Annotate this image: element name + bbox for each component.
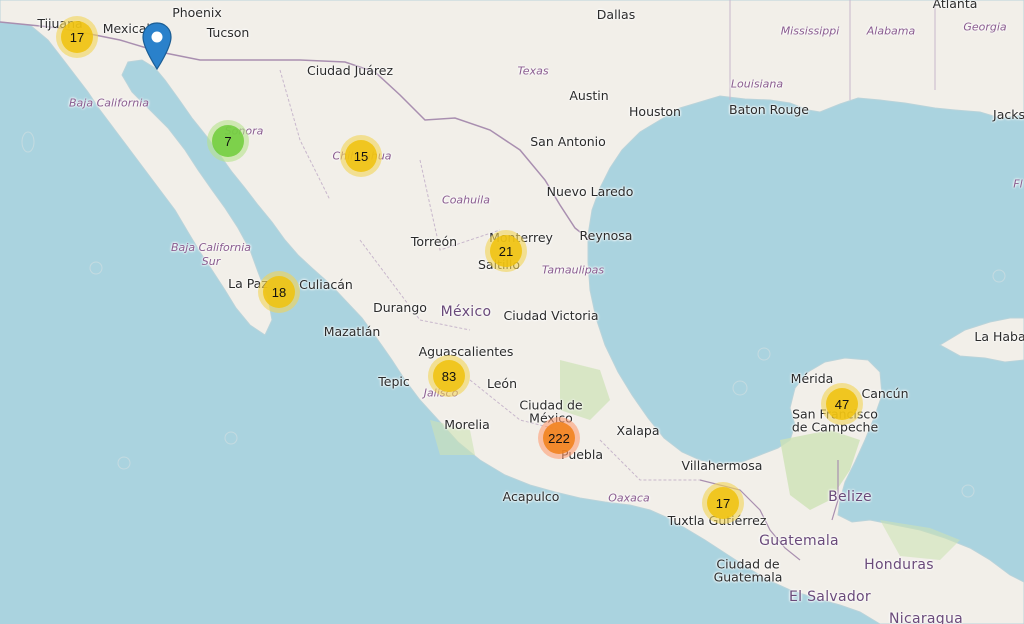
cluster-count: 17 (707, 487, 739, 519)
city-label: Baton Rouge (729, 101, 809, 117)
country-label: El Salvador (789, 589, 871, 605)
country-label: Honduras (864, 557, 934, 573)
country-label: Belize (828, 489, 872, 505)
city-label: Xalapa (616, 422, 660, 438)
city-label: Aguascalientes (418, 343, 514, 359)
state-label: Georgia (963, 20, 1007, 34)
city-label: Tepic (378, 373, 410, 389)
state-label: Oaxaca (608, 491, 650, 505)
state-label: Fl (1013, 177, 1023, 191)
city-label: Dallas (596, 6, 636, 22)
city-label: Atlanta (932, 0, 978, 11)
city-label: Ciudad de Guatemala (713, 556, 783, 584)
marker-cluster[interactable]: 17 (702, 482, 744, 524)
marker-cluster[interactable]: 18 (258, 271, 300, 313)
city-label: Houston (629, 103, 681, 119)
city-label: Ciudad Juárez (306, 62, 394, 78)
city-label: Ciudad Victoria (503, 307, 599, 323)
city-label: Culiacán (299, 276, 353, 292)
cluster-count: 7 (212, 125, 244, 157)
marker-cluster[interactable]: 222 (538, 417, 580, 459)
map-viewport[interactable]: Tijuana Mexicali Phoenix Tucson Dallas A… (0, 0, 1024, 624)
marker-cluster[interactable]: 15 (340, 135, 382, 177)
state-label: Louisiana (730, 77, 784, 91)
marker-cluster[interactable]: 21 (485, 230, 527, 272)
state-label: Texas (517, 64, 549, 78)
state-label: Baja California Sur (170, 241, 251, 268)
city-label: Morelia (444, 416, 490, 432)
country-label: Nicaragua (888, 611, 964, 624)
cluster-count: 21 (490, 235, 522, 267)
cluster-count: 17 (61, 21, 93, 53)
city-label: Mérida (790, 370, 834, 386)
cluster-count: 47 (826, 388, 858, 420)
city-label: San Antonio (530, 133, 606, 149)
city-label: Mazatlán (323, 323, 381, 339)
country-label: México (440, 304, 492, 320)
city-label: León (486, 375, 518, 391)
state-label: Tamaulipas (541, 263, 605, 277)
country-label: Guatemala (759, 533, 839, 549)
city-label: Tucson (206, 24, 250, 40)
cluster-count: 83 (433, 360, 465, 392)
state-label: Alabama (866, 24, 916, 38)
cluster-count: 15 (345, 140, 377, 172)
city-label: Durango (373, 299, 427, 315)
city-label: Cancún (861, 385, 909, 401)
cluster-count: 18 (263, 276, 295, 308)
city-label: Nuevo Laredo (546, 183, 634, 199)
city-label: Austin (569, 87, 609, 103)
marker-cluster[interactable]: 83 (428, 355, 470, 397)
marker-cluster[interactable]: 47 (821, 383, 863, 425)
city-label: Torreón (410, 233, 458, 249)
state-label: Baja California (68, 96, 150, 110)
state-label: Coahuila (442, 193, 490, 207)
city-label: Jacks (993, 106, 1024, 122)
city-label: Reynosa (579, 227, 633, 243)
city-label: Acapulco (502, 488, 560, 504)
marker-cluster[interactable]: 17 (56, 16, 98, 58)
state-label: Mississippi (780, 24, 840, 38)
cluster-count: 222 (543, 422, 575, 454)
city-label: La Haba (974, 328, 1024, 344)
city-label: Phoenix (172, 4, 222, 20)
city-label: Villahermosa (681, 457, 763, 473)
marker-cluster[interactable]: 7 (207, 120, 249, 162)
map-pin-icon[interactable] (142, 22, 172, 74)
